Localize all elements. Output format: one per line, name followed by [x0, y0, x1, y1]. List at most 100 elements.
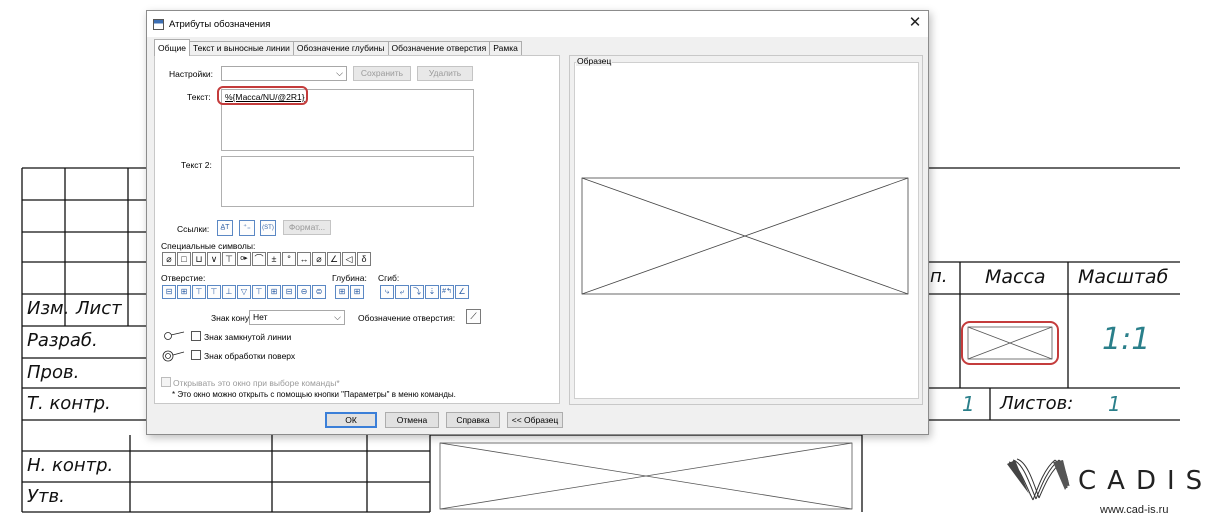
hole-type2-icon[interactable]: ⊞: [177, 285, 191, 299]
cadis-logo-name: CADIS: [1078, 466, 1209, 496]
close-icon[interactable]: ✕: [902, 11, 928, 37]
hole-type11-icon[interactable]: ⊜: [312, 285, 326, 299]
attributes-dialog: Атрибуты обозначения ✕ Общие Текст и вын…: [146, 10, 929, 435]
over-processing-checkbox[interactable]: [191, 350, 201, 360]
depth-label: Глубина:: [332, 273, 367, 283]
closed-line-checkbox[interactable]: [191, 331, 201, 341]
special-symbols-label: Специальные символы:: [161, 241, 256, 251]
settings-select[interactable]: ⌵: [221, 66, 347, 81]
tb-tkontr: Т. контр.: [27, 393, 111, 414]
square-symbol-button[interactable]: □: [177, 252, 191, 266]
countersink-symbol-button[interactable]: ∨: [207, 252, 221, 266]
bend-label: Сгиб:: [378, 273, 400, 283]
window-icon: [153, 18, 164, 30]
axis-symbol-button[interactable]: ⌀: [312, 252, 326, 266]
hole-designation-label: Обозначение отверстия:: [358, 313, 456, 323]
cadis-logo: CADIS www.cad-is.ru: [1005, 452, 1205, 522]
arrow-both-symbol-button[interactable]: ↔: [297, 252, 311, 266]
slope-symbol-button[interactable]: o▸: [237, 252, 251, 266]
hole-designation-button[interactable]: ⟋: [466, 309, 481, 324]
taper-symbol-button[interactable]: ◁: [342, 252, 356, 266]
dialog-title: Атрибуты обозначения: [169, 18, 271, 30]
chevron-down-icon: ⌵: [336, 68, 343, 78]
tb-mass-header: Масса: [985, 266, 1046, 288]
hole-type6-icon[interactable]: ▽: [237, 285, 251, 299]
ok-button[interactable]: ОК: [325, 412, 377, 428]
text2-label: Текст 2:: [181, 160, 212, 170]
plus-minus-symbol-button[interactable]: ±: [267, 252, 281, 266]
bend-type6-icon[interactable]: ∠: [455, 285, 469, 299]
cancel-button[interactable]: Отмена: [385, 412, 439, 428]
tb-prov: Пров.: [27, 362, 80, 383]
tab-general[interactable]: Общие: [154, 39, 190, 56]
hole-type1-icon[interactable]: ⊟: [162, 285, 176, 299]
hole-type9-icon[interactable]: ⊟: [282, 285, 296, 299]
cone-sign-select[interactable]: Нет ⌵: [249, 310, 345, 325]
tab-text-leaders[interactable]: Текст и выносные линии: [188, 41, 294, 56]
depth-toolbar: ⊞ ⊞: [335, 285, 365, 299]
bend-type5-icon[interactable]: #↰: [440, 285, 454, 299]
depth-type2-icon[interactable]: ⊞: [350, 285, 364, 299]
tb-scale-value: 1:1: [1102, 322, 1151, 357]
closed-line-icon: [164, 331, 185, 340]
tab-hole[interactable]: Обозначение отверстия: [387, 41, 491, 56]
delta-symbol-button[interactable]: δ: [357, 252, 371, 266]
tb-lit-partial: п.: [930, 266, 948, 287]
link-attribute-icon[interactable]: A̲T: [217, 220, 233, 236]
closed-line-label: Знак замкнутой линии: [204, 332, 292, 342]
tb-sheets-value: 1: [1108, 392, 1121, 416]
preview-canvas: [574, 62, 919, 399]
tb-izm: Изм.: [27, 298, 70, 319]
save-button[interactable]: Сохранить: [353, 66, 411, 81]
sample-toggle-button[interactable]: << Образец: [507, 412, 563, 428]
arc-symbol-button[interactable]: ⌒: [252, 252, 266, 266]
bend-type1-icon[interactable]: ⤷: [380, 285, 394, 299]
tab-depth[interactable]: Обозначение глубины: [292, 41, 389, 56]
over-processing-label: Знак обработки поверх: [204, 351, 296, 361]
text-highlight-oval: [217, 86, 308, 105]
hole-label: Отверстие:: [161, 273, 206, 283]
preview-placeholder: [581, 177, 909, 295]
hole-type5-icon[interactable]: ⊥: [222, 285, 236, 299]
special-symbols-toolbar: ⌀ □ ⊔ ∨ ⊤ o▸ ⌒ ± ° ↔ ⌀ ∠ ◁ δ: [162, 252, 372, 266]
tb-list: Лист: [76, 298, 122, 319]
hole-type7-icon[interactable]: ⊤: [252, 285, 266, 299]
bend-type2-icon[interactable]: ⤶: [395, 285, 409, 299]
bend-toolbar: ⤷ ⤶ ⤵ ⇣ #↰ ∠: [380, 285, 470, 299]
bend-type4-icon[interactable]: ⇣: [425, 285, 439, 299]
settings-label: Настройки:: [169, 69, 214, 79]
link-style-icon[interactable]: (ST): [260, 220, 276, 236]
hole-type4-icon[interactable]: ⊤: [207, 285, 221, 299]
open-on-command-label: Открывать это окно при выборе команды*: [173, 378, 340, 388]
tb-nkontr: Н. контр.: [27, 455, 114, 476]
tb-utv: Утв.: [27, 486, 65, 507]
cadis-logo-url: www.cad-is.ru: [1100, 504, 1169, 516]
depth-symbol-button[interactable]: ⊤: [222, 252, 236, 266]
text-label: Текст:: [187, 92, 211, 102]
diameter-symbol-button[interactable]: ⌀: [162, 252, 176, 266]
text2-field[interactable]: [221, 156, 474, 207]
hole-type3-icon[interactable]: ⊤: [192, 285, 206, 299]
tb-scale-header: Масштаб: [1078, 266, 1169, 288]
preview-group: Образец: [569, 55, 923, 405]
bend-type3-icon[interactable]: ⤵: [410, 285, 424, 299]
format-button[interactable]: Формат...: [283, 220, 331, 235]
open-on-command-checkbox[interactable]: [161, 377, 171, 387]
preview-label: Образец: [576, 56, 613, 66]
hole-type8-icon[interactable]: ⊞: [267, 285, 281, 299]
links-label: Ссылки:: [177, 224, 210, 234]
hole-type10-icon[interactable]: ⊖: [297, 285, 311, 299]
note-text: * Это окно можно открыть с помощью кнопк…: [172, 390, 456, 399]
tb-sheets-label: Листов:: [1000, 393, 1074, 414]
counterbore-symbol-button[interactable]: ⊔: [192, 252, 206, 266]
help-button[interactable]: Справка: [446, 412, 500, 428]
tab-frame[interactable]: Рамка: [489, 41, 522, 56]
depth-type1-icon[interactable]: ⊞: [335, 285, 349, 299]
delete-button[interactable]: Удалить: [417, 66, 473, 81]
angle-symbol-button[interactable]: ∠: [327, 252, 341, 266]
degree-symbol-button[interactable]: °: [282, 252, 296, 266]
chevron-down-icon: ⌵: [334, 312, 341, 322]
general-tab-panel: Настройки: ⌵ Сохранить Удалить Текст: %{…: [154, 55, 560, 404]
link-field-icon[interactable]: ⁺₌: [239, 220, 255, 236]
dialog-titlebar[interactable]: Атрибуты обозначения ✕: [147, 11, 928, 37]
